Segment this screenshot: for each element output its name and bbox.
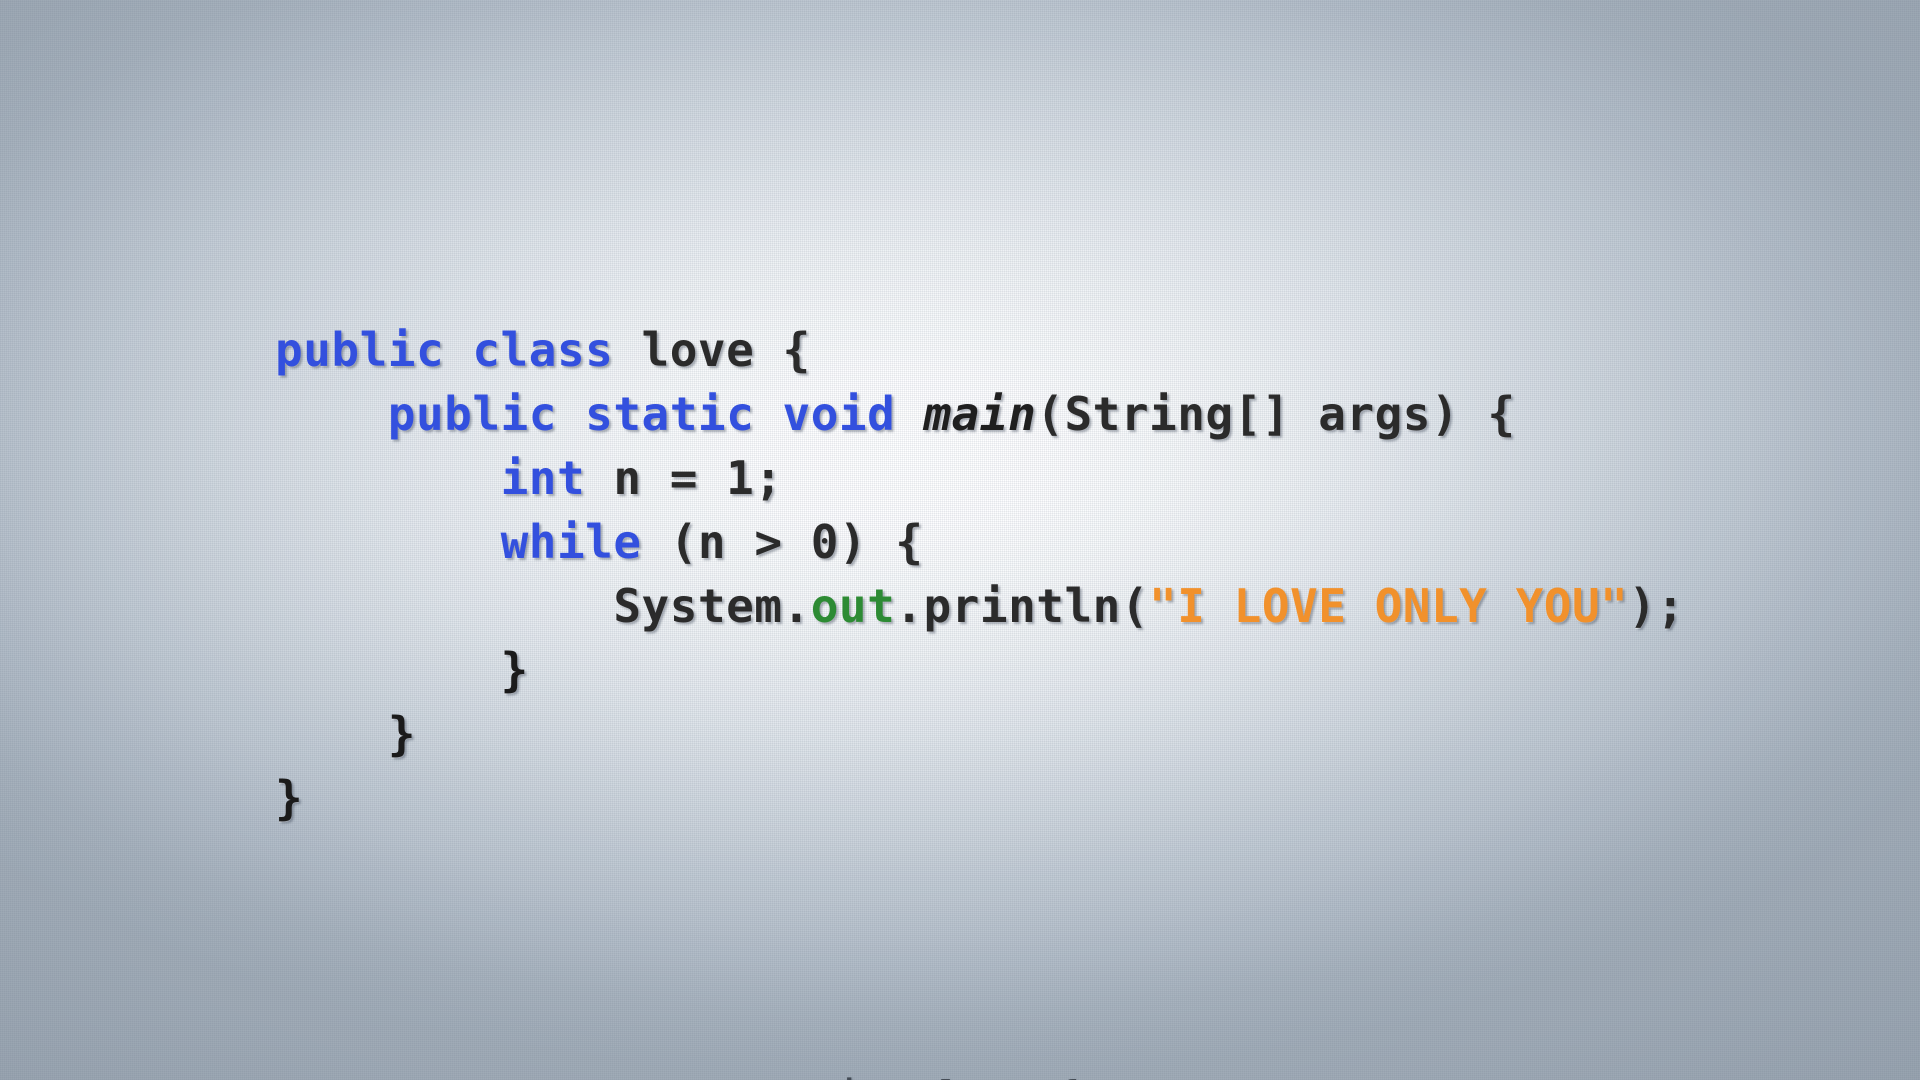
code-token-plain: .println( — [895, 579, 1150, 633]
code-token-field: out — [810, 579, 896, 633]
code-token-keyword: int — [500, 451, 586, 505]
line-5-println: System.out.println("I LOVE ONLY YOU"); — [275, 574, 1685, 638]
code-token-brace: } — [275, 771, 304, 825]
code-token-keyword: while — [500, 515, 642, 569]
code-token-plain: (String[] args) { — [1036, 387, 1516, 441]
line-6-close-while: } — [275, 638, 1685, 702]
line-3-int-declaration: int n = 1; — [275, 446, 1685, 510]
code-token-plain: n = 1; — [585, 451, 783, 505]
line-8-close-class: } — [275, 766, 1685, 830]
line-4-while-loop: while (n > 0) { — [275, 510, 1685, 574]
code-token-string: "I LOVE ONLY YOU" — [1149, 579, 1629, 633]
code-token-plain: ); — [1628, 579, 1685, 633]
code-token-plain: (n > 0) { — [641, 515, 924, 569]
code-token-keyword: public static void — [387, 387, 924, 441]
code-token-plain: love { — [641, 323, 811, 377]
code-token-method: main — [923, 387, 1037, 441]
code-token-brace: } — [275, 707, 416, 761]
line-2-main-signature: public static void main(String[] args) { — [275, 382, 1685, 446]
line-1-class-declaration: public class love { — [275, 318, 1685, 382]
code-token-brace: } — [275, 643, 529, 697]
line-7-close-main: } — [275, 702, 1685, 766]
code-token-plain: System. — [275, 579, 811, 633]
code-token-keyword: public class — [275, 323, 642, 377]
java-code-snippet: public class love { public static void m… — [275, 318, 1685, 830]
bottom-clipped-caption: i l t f — [0, 1075, 1920, 1080]
